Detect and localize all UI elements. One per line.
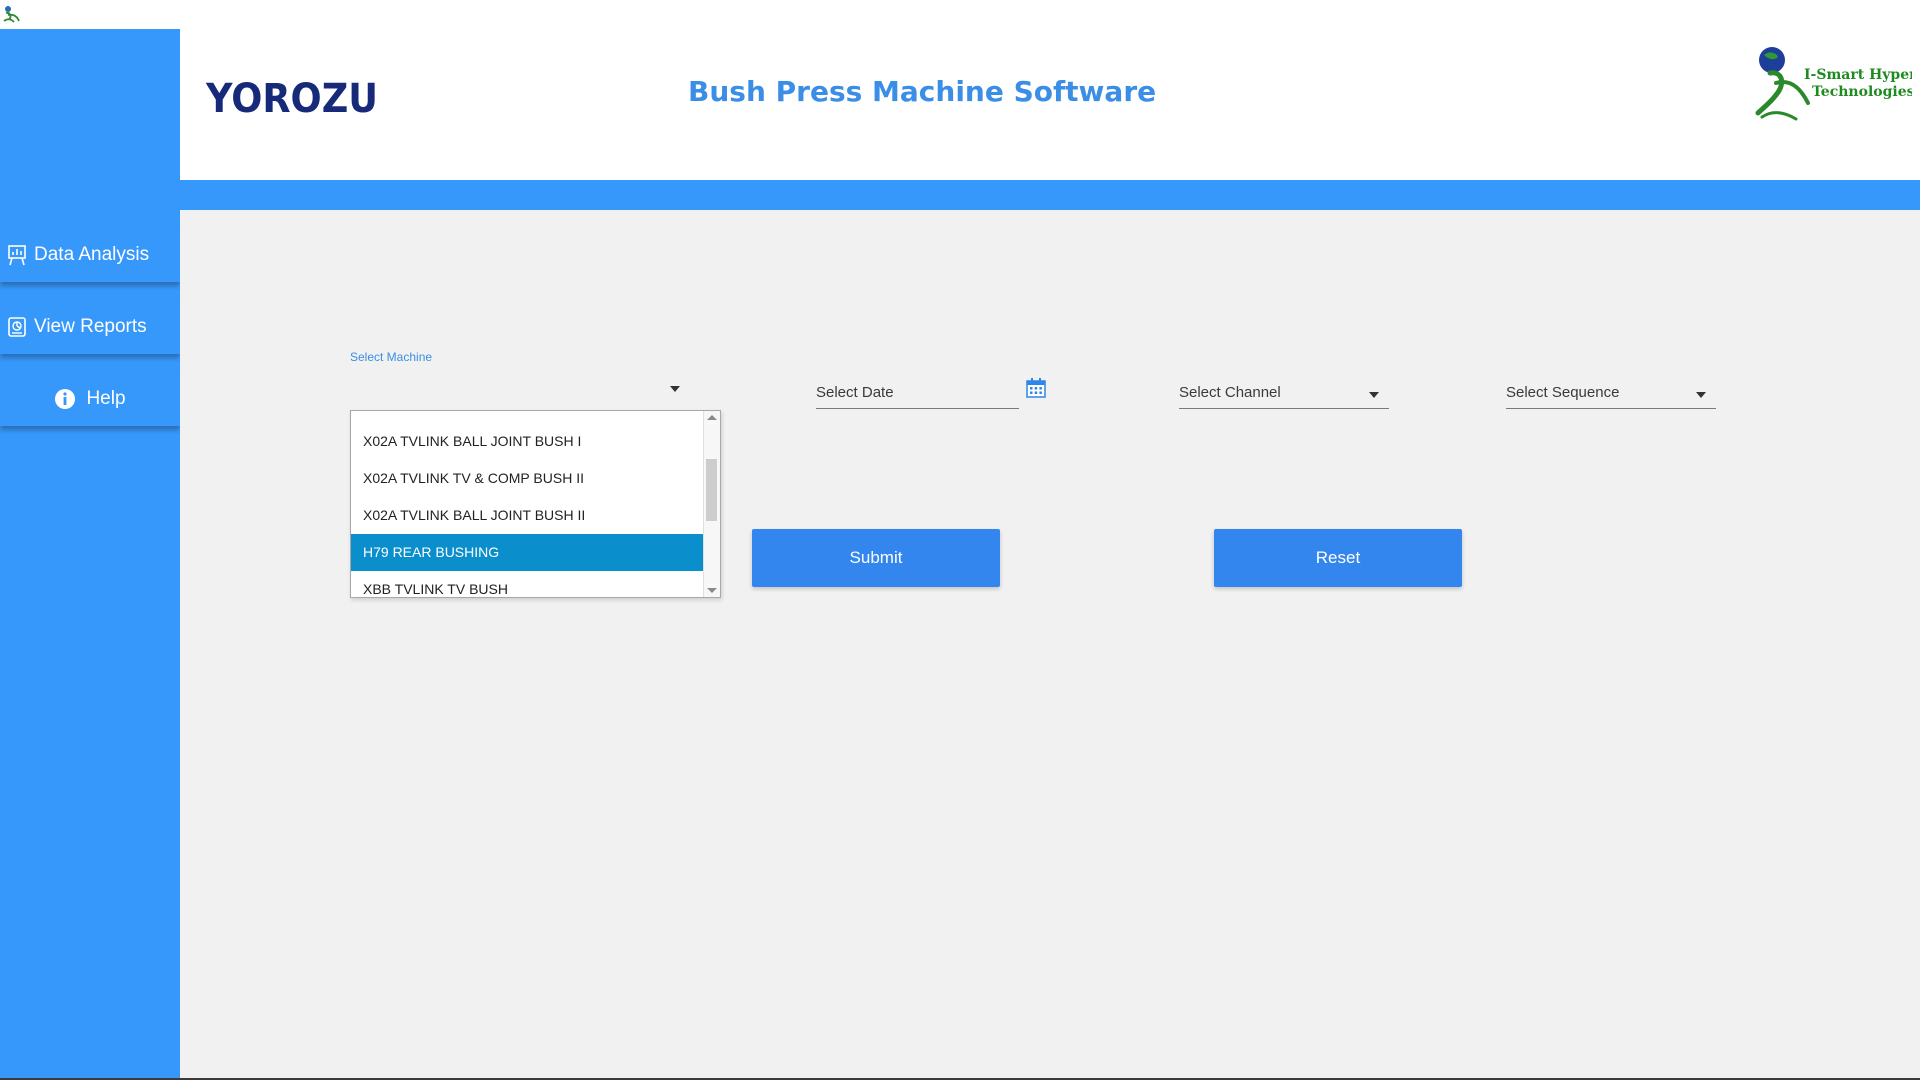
sidebar-item-data-analysis[interactable]: Data Analysis	[0, 228, 180, 282]
app-icon	[3, 6, 20, 23]
chevron-down-icon	[1696, 392, 1706, 398]
dropdown-option[interactable]: X02A TVLINK BALL JOINT BUSH I	[351, 423, 703, 460]
select-sequence-placeholder: Select Sequence	[1506, 384, 1620, 401]
sidebar-item-label: View Reports	[34, 316, 147, 337]
svg-text:Technologies: Technologies	[1812, 84, 1912, 100]
chevron-down-icon	[670, 386, 680, 392]
scroll-up-icon[interactable]	[707, 415, 717, 420]
presentation-chart-icon	[6, 244, 28, 266]
svg-text:I-Smart Hyper: I-Smart Hyper	[1804, 67, 1912, 83]
sidebar-item-view-reports[interactable]: View Reports	[0, 300, 180, 354]
header: YOROZU Bush Press Machine Software I-Sma…	[180, 29, 1920, 180]
header-divider-band	[180, 180, 1920, 210]
dropdown-option[interactable]: X02A TVLINK TV & COMP BUSH II	[351, 460, 703, 497]
sidebar: Data Analysis View Reports Help	[0, 29, 180, 1080]
sidebar-item-help[interactable]: Help	[0, 372, 180, 426]
yorozu-logo: YOROZU	[206, 76, 378, 120]
select-sequence-dropdown[interactable]: Select Sequence	[1506, 372, 1716, 409]
reset-button[interactable]: Reset	[1214, 529, 1462, 587]
dropdown-option[interactable]: XBB TVLINK TV BUSH	[351, 571, 703, 597]
sidebar-item-label: Data Analysis	[34, 244, 150, 265]
submit-button[interactable]: Submit	[752, 529, 1000, 587]
chevron-down-icon	[1369, 392, 1379, 398]
dropdown-option[interactable]: X02A TVLINK BALL JOINT BUSH II	[351, 497, 703, 534]
select-machine-dropdown[interactable]	[350, 366, 680, 402]
select-channel-dropdown[interactable]: Select Channel	[1179, 372, 1389, 409]
info-icon	[54, 388, 76, 410]
svg-text:YOROZU: YOROZU	[206, 76, 378, 120]
select-machine-label: Select Machine	[350, 350, 433, 364]
select-date-placeholder: Select Date	[816, 384, 894, 401]
report-icon	[6, 316, 28, 338]
scroll-down-icon[interactable]	[707, 588, 717, 593]
dropdown-scrollbar[interactable]	[703, 411, 720, 597]
machine-dropdown-list[interactable]: X02A TVLINK BALL JOINT BUSH I X02A TVLIN…	[350, 410, 721, 598]
sidebar-item-label: Help	[86, 388, 126, 409]
scrollbar-thumb[interactable]	[706, 459, 717, 521]
window-titlebar	[0, 0, 1920, 29]
calendar-icon[interactable]	[1026, 378, 1046, 398]
page-title: Bush Press Machine Software	[688, 75, 1157, 108]
main-content: Select Machine Select Date Select Channe…	[180, 210, 1920, 1080]
select-date-field[interactable]: Select Date	[816, 372, 1019, 409]
ismart-logo: I-Smart Hyper Technologies	[1755, 47, 1912, 121]
dropdown-option-selected[interactable]: H79 REAR BUSHING	[351, 534, 703, 571]
select-channel-placeholder: Select Channel	[1179, 384, 1281, 401]
